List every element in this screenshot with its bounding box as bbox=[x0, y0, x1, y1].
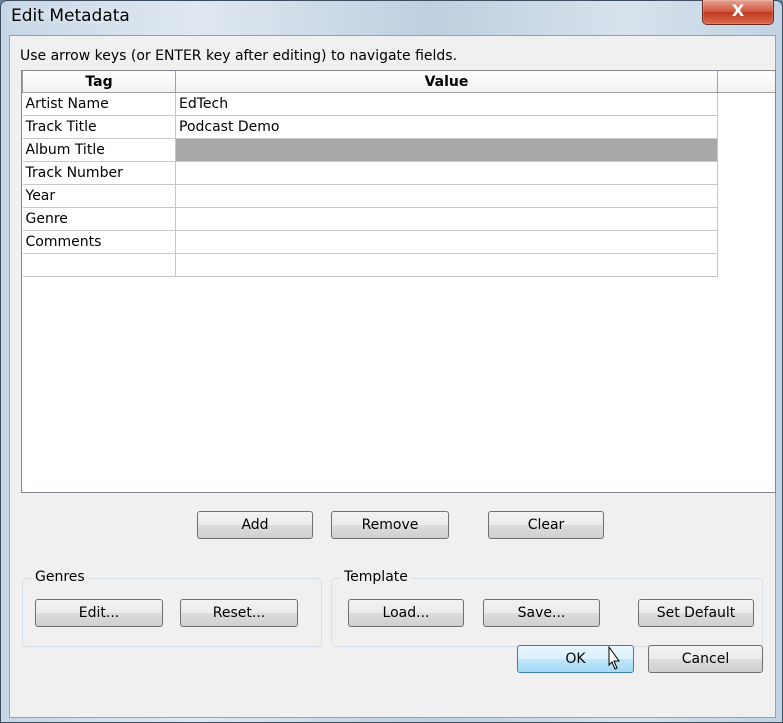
value-cell[interactable] bbox=[175, 161, 718, 185]
table-row[interactable]: Track Number bbox=[22, 161, 718, 185]
genres-group-label: Genres bbox=[32, 569, 88, 585]
table-row[interactable]: Year bbox=[22, 184, 718, 208]
template-save-button[interactable]: Save... bbox=[483, 599, 600, 627]
value-cell[interactable] bbox=[175, 184, 718, 208]
column-header-value[interactable]: Value bbox=[175, 71, 718, 93]
tag-cell[interactable]: Track Title bbox=[22, 115, 176, 139]
template-load-button[interactable]: Load... bbox=[348, 599, 464, 627]
genres-edit-button[interactable]: Edit... bbox=[35, 599, 163, 627]
table-row[interactable]: Album Title bbox=[22, 138, 718, 162]
metadata-table: Tag Value Artist Name EdTech Track Title… bbox=[22, 71, 718, 277]
title-bar[interactable]: Edit Metadata X bbox=[1, 0, 782, 35]
window-title: Edit Metadata bbox=[11, 6, 130, 26]
table-row[interactable]: Comments bbox=[22, 230, 718, 254]
tag-cell[interactable]: Year bbox=[22, 184, 176, 208]
value-cell[interactable]: EdTech bbox=[175, 92, 718, 116]
close-button[interactable]: X bbox=[702, 0, 774, 25]
column-header-tag[interactable]: Tag bbox=[22, 71, 176, 93]
clear-button[interactable]: Clear bbox=[488, 511, 604, 539]
remove-button[interactable]: Remove bbox=[331, 511, 449, 539]
grid-header-filler bbox=[717, 71, 775, 93]
tag-cell[interactable]: Album Title bbox=[22, 138, 176, 162]
table-row[interactable] bbox=[22, 253, 718, 277]
mouse-pointer-icon bbox=[608, 646, 620, 670]
tag-cell[interactable] bbox=[22, 253, 176, 277]
metadata-grid[interactable]: Tag Value Artist Name EdTech Track Title… bbox=[21, 70, 776, 493]
table-header-row: Tag Value bbox=[22, 71, 718, 93]
value-cell-selected[interactable] bbox=[175, 138, 718, 162]
template-group-label: Template bbox=[341, 569, 411, 585]
value-cell[interactable]: Podcast Demo bbox=[175, 115, 718, 139]
value-cell[interactable] bbox=[175, 207, 718, 231]
value-cell[interactable] bbox=[175, 230, 718, 254]
table-row[interactable]: Track Title Podcast Demo bbox=[22, 115, 718, 139]
cancel-button[interactable]: Cancel bbox=[648, 645, 763, 673]
set-default-button[interactable]: Set Default bbox=[638, 599, 754, 627]
close-icon: X bbox=[731, 1, 745, 20]
tag-cell[interactable]: Track Number bbox=[22, 161, 176, 185]
edit-metadata-dialog: Edit Metadata X Use arrow keys (or ENTER… bbox=[0, 0, 783, 723]
table-row[interactable]: Genre bbox=[22, 207, 718, 231]
add-button[interactable]: Add bbox=[197, 511, 313, 539]
tag-cell[interactable]: Comments bbox=[22, 230, 176, 254]
genres-reset-button[interactable]: Reset... bbox=[180, 599, 298, 627]
table-row[interactable]: Artist Name EdTech bbox=[22, 92, 718, 116]
value-cell[interactable] bbox=[175, 253, 718, 277]
tag-cell[interactable]: Genre bbox=[22, 207, 176, 231]
navigation-hint: Use arrow keys (or ENTER key after editi… bbox=[20, 48, 458, 64]
tag-cell[interactable]: Artist Name bbox=[22, 92, 176, 116]
